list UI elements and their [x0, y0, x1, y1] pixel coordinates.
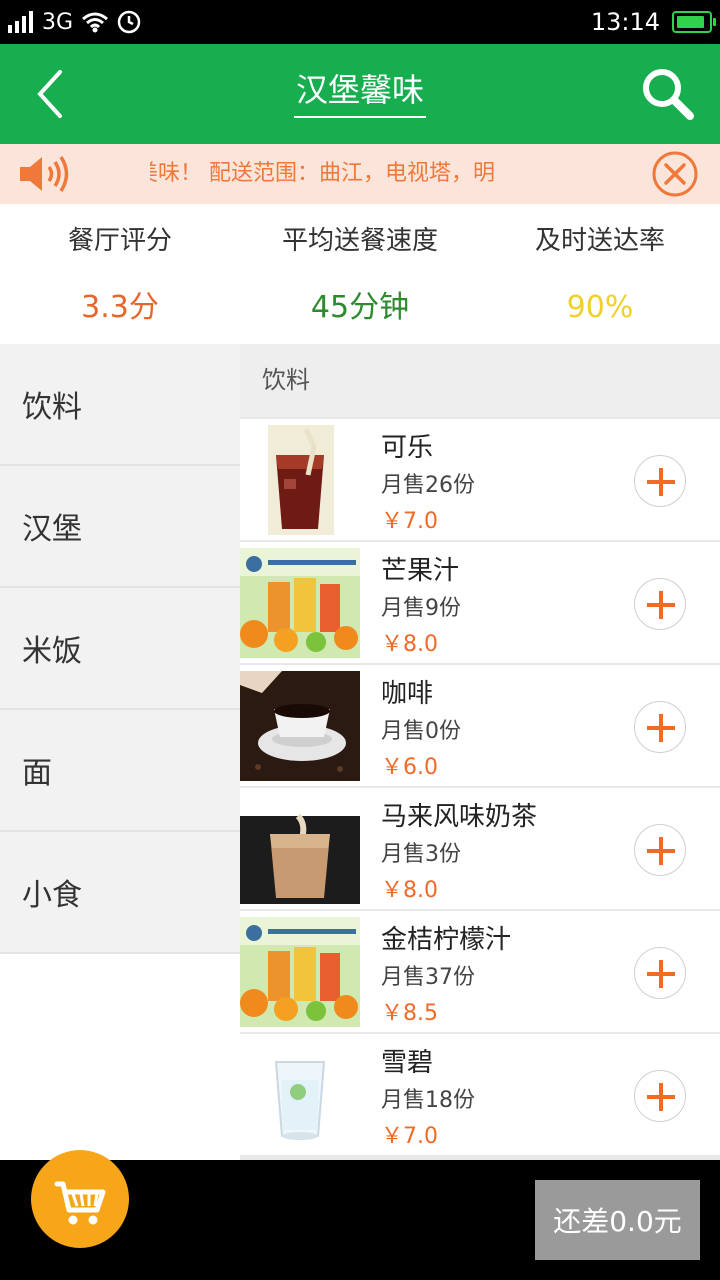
section-title: 饮料: [240, 344, 720, 417]
status-left: 3G: [8, 0, 141, 44]
product-item[interactable]: 马来风味奶茶 月售3份 ￥8.0: [240, 788, 720, 909]
product-price: ￥6.0: [381, 755, 438, 780]
product-price: ￥8.0: [381, 878, 438, 903]
add-to-cart-button[interactable]: [634, 701, 686, 753]
page-title-wrap: 汉堡馨味: [0, 44, 720, 144]
stat-on-time-rate: 及时送达率 90%: [480, 204, 720, 344]
speaker-icon: [20, 156, 69, 192]
stat-label: 平均送餐速度: [281, 226, 438, 256]
product-price: ￥7.0: [381, 509, 438, 534]
notice-text: 美味！ 配送范围：曲江，电视塔，明: [150, 161, 495, 186]
product-sales: 月售0份: [381, 719, 461, 744]
category-sidebar: 饮料 汉堡 米饭 面 小食: [0, 344, 240, 1160]
alarm-clock-icon: [117, 10, 141, 34]
juice-image: [240, 917, 360, 1027]
product-item[interactable]: 咖啡 月售0份 ￥6.0: [240, 665, 720, 786]
page-title: 汉堡馨味: [293, 70, 426, 118]
stat-label: 及时送达率: [534, 226, 665, 256]
product-name: 咖啡: [381, 679, 434, 709]
product-sales: 月售18份: [381, 1088, 475, 1113]
search-icon: [643, 69, 694, 120]
product-item[interactable]: 芒果汁 月售9份 ￥8.0: [240, 542, 720, 663]
product-sales: 月售26份: [381, 473, 475, 498]
product-sales: 月售37份: [381, 965, 475, 990]
battery-icon: [672, 11, 716, 33]
stat-value: 45分钟: [310, 290, 410, 325]
product-price: ￥7.0: [381, 1124, 438, 1149]
app-header: 汉堡馨味: [0, 44, 720, 144]
product-sales: 月售3份: [381, 842, 461, 867]
product-sales: 月售9份: [381, 596, 461, 621]
back-button[interactable]: [22, 64, 82, 124]
network-type: 3G: [42, 9, 74, 35]
product-price: ￥8.5: [381, 1001, 438, 1026]
add-to-cart-button[interactable]: [634, 578, 686, 630]
cola-image: [240, 425, 360, 535]
cart-button[interactable]: [31, 1150, 129, 1248]
signal-icon: [8, 11, 33, 33]
restaurant-stats: 餐厅评分 3.3分 平均送餐速度 45分钟 及时送达率 90%: [0, 204, 720, 344]
add-to-cart-button[interactable]: [634, 455, 686, 507]
notice-text-wrap: 美味！ 配送范围：曲江，电视塔，明: [150, 144, 560, 204]
stat-delivery-speed: 平均送餐速度 45分钟: [240, 204, 480, 344]
stat-value: 3.3分: [81, 290, 159, 325]
product-name: 马来风味奶茶: [381, 802, 538, 832]
product-name: 雪碧: [381, 1048, 434, 1078]
chevron-left-icon: [37, 70, 62, 118]
product-item[interactable]: 雪碧 月售18份 ￥7.0: [240, 1034, 720, 1155]
cart-icon: [54, 1181, 106, 1225]
juice-image: [240, 548, 360, 658]
milk-tea-image: [240, 794, 360, 904]
product-list[interactable]: 饮料 可乐 月售26份 ￥7.0 芒果汁 月售9份 ￥8.0 咖啡 月售0份 ￥…: [240, 344, 720, 1160]
product-item[interactable]: 金桔柠檬汁 月售37份 ￥8.5: [240, 911, 720, 1032]
coffee-image: [240, 671, 360, 781]
product-name: 金桔柠檬汁: [381, 925, 512, 955]
add-to-cart-button[interactable]: [634, 1070, 686, 1122]
clock: 13:14: [590, 8, 660, 36]
product-item[interactable]: 可乐 月售26份 ￥7.0: [240, 419, 720, 540]
app-screen: 3G 13:14 汉堡馨味 美味！ 配送范围：曲江，电视塔，明 餐厅评分 3.3…: [0, 0, 720, 1280]
close-circle-icon[interactable]: [652, 151, 698, 197]
stat-label: 餐厅评分: [67, 226, 172, 256]
battery-level: [677, 16, 705, 28]
product-price: ￥8.0: [381, 632, 438, 657]
status-right: 13:14: [590, 0, 716, 44]
category-item-noodles[interactable]: 面: [0, 710, 240, 832]
product-name: 可乐: [381, 433, 434, 463]
notice-bar: 美味！ 配送范围：曲江，电视塔，明: [0, 144, 720, 204]
wifi-icon: [82, 12, 109, 33]
add-to-cart-button[interactable]: [634, 947, 686, 999]
search-button[interactable]: [638, 64, 698, 124]
min-order-button[interactable]: 还差0.0元: [535, 1180, 700, 1260]
stat-rating: 餐厅评分 3.3分: [0, 204, 240, 344]
stat-value: 90%: [566, 290, 634, 325]
category-item-snacks[interactable]: 小食: [0, 832, 240, 954]
category-item-drinks[interactable]: 饮料: [0, 344, 240, 466]
add-to-cart-button[interactable]: [634, 824, 686, 876]
category-item-burgers[interactable]: 汉堡: [0, 466, 240, 588]
sprite-glass-image: [240, 1040, 360, 1150]
category-item-rice[interactable]: 米饭: [0, 588, 240, 710]
product-name: 芒果汁: [381, 556, 460, 586]
status-bar: 3G 13:14: [0, 0, 720, 44]
